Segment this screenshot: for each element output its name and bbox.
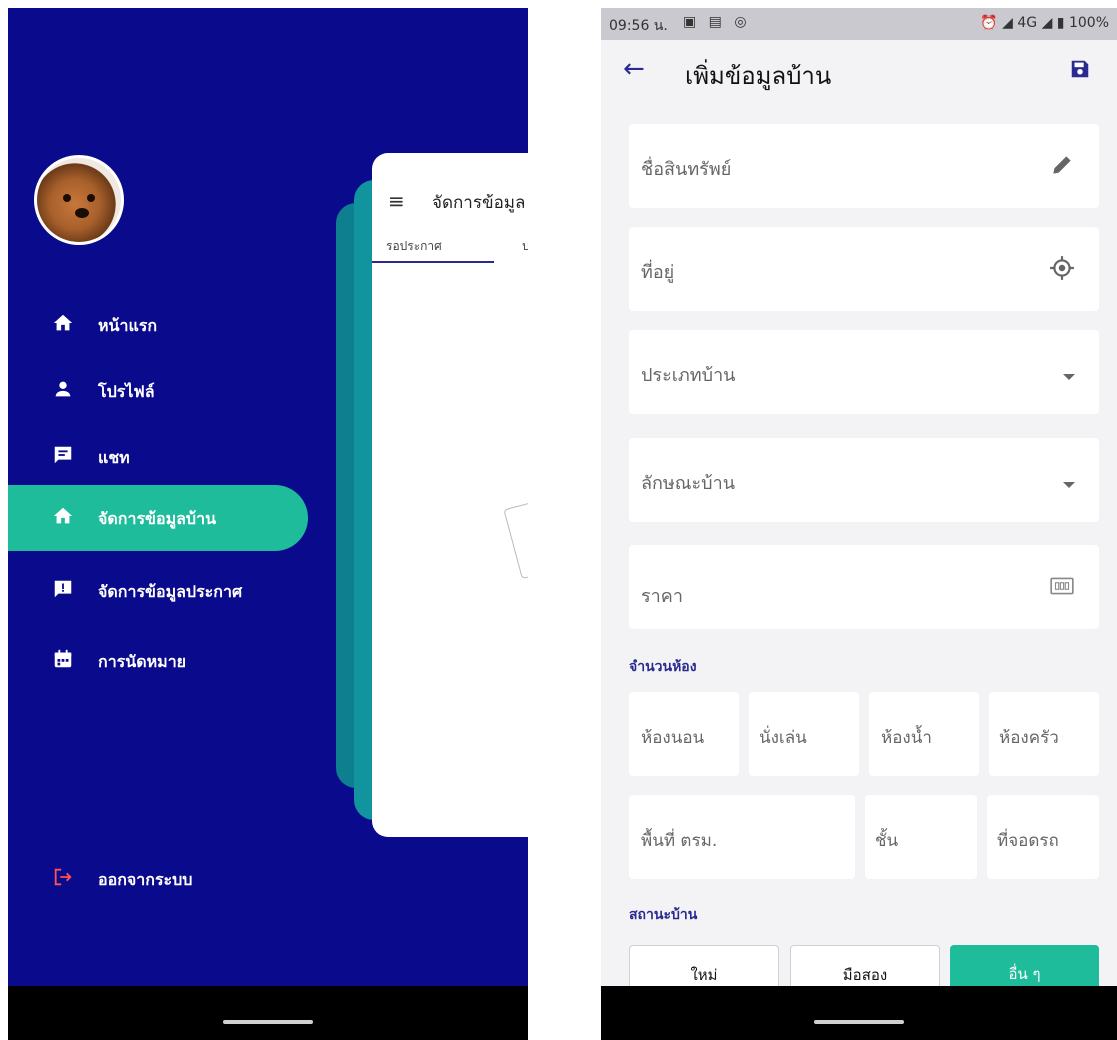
logout-icon xyxy=(52,866,74,888)
house-type-select[interactable]: ประเภทบ้าน xyxy=(629,330,1099,414)
app-bar: ← เพิ่มข้อมูลบ้าน xyxy=(601,40,1117,100)
menu-item-label: แชท xyxy=(98,448,130,467)
living-room-placeholder: นั่งเล่น xyxy=(759,728,807,748)
status-right: ⏰ ◢ 4G ◢ ▮ 100% xyxy=(980,15,1109,31)
menu-item-label: จัดการข้อมูลบ้าน xyxy=(98,509,217,528)
floors-placeholder: ชั้น xyxy=(875,831,899,851)
logout-label: ออกจากระบบ xyxy=(98,870,193,889)
avatar[interactable] xyxy=(34,155,124,245)
menu-item-label: การนัดหมาย xyxy=(98,652,187,671)
home-gesture-bar[interactable] xyxy=(814,1020,904,1024)
parking-placeholder: ที่จอดรถ xyxy=(997,831,1059,851)
status-bar xyxy=(8,8,528,42)
system-nav-bar xyxy=(601,986,1117,1040)
main-screen-preview[interactable]: ≡ จัดการข้อมูล รอประกาศ ป xyxy=(372,153,528,837)
notification-icons: ▣ ▤ ◎ xyxy=(683,14,751,30)
logout-button[interactable]: ออกจากระบบ xyxy=(8,846,308,912)
parking-field[interactable]: ที่จอดรถ xyxy=(987,795,1099,879)
tab-next[interactable]: ป xyxy=(522,237,528,256)
asset-name-placeholder: ชื่อสินทรัพย์ xyxy=(641,159,732,180)
home-icon xyxy=(52,505,74,527)
address-field[interactable]: ที่อยู่ xyxy=(629,227,1099,311)
price-placeholder: ราคา xyxy=(641,586,683,607)
back-arrow-icon[interactable]: ← xyxy=(623,54,645,84)
system-nav-bar xyxy=(8,986,528,1040)
menu-item-label: โปรไฟล์ xyxy=(98,382,155,401)
rooms-section-label: จำนวนห้อง xyxy=(629,659,697,675)
add-house-screen: 09:56 น. ▣ ▤ ◎ ⏰ ◢ 4G ◢ ▮ 100% ← เพิ่มข้… xyxy=(601,8,1117,1040)
calendar-icon xyxy=(52,648,74,670)
menu-item-appointment[interactable]: การนัดหมาย xyxy=(8,628,308,694)
menu-item-manage-announcement[interactable]: จัดการข้อมูลประกาศ xyxy=(8,558,308,624)
menu-item-label: หน้าแรก xyxy=(98,316,158,335)
area-field[interactable]: พื้นที่ ตรม. xyxy=(629,795,855,879)
empty-state-illustration xyxy=(503,498,528,580)
house-style-placeholder: ลักษณะบ้าน xyxy=(641,473,735,494)
battery-label: 100% xyxy=(1068,15,1109,31)
kitchen-placeholder: ห้องครัว xyxy=(999,728,1059,748)
floors-field[interactable]: ชั้น xyxy=(865,795,977,879)
price-field[interactable]: ราคา xyxy=(629,545,1099,629)
living-room-field[interactable]: นั่งเล่น xyxy=(749,692,859,776)
money-icon xyxy=(1049,573,1075,599)
menu-icon[interactable]: ≡ xyxy=(388,189,405,213)
save-icon[interactable] xyxy=(1069,58,1091,80)
dropdown-caret-icon xyxy=(1063,374,1075,380)
menu-item-manage-house[interactable]: จัดการข้อมูลบ้าน xyxy=(8,485,308,551)
chat-icon xyxy=(52,444,74,466)
person-icon xyxy=(52,378,74,400)
page-title: เพิ่มข้อมูลบ้าน xyxy=(685,62,832,90)
status-bar: 09:56 น. ▣ ▤ ◎ ⏰ ◢ 4G ◢ ▮ 100% xyxy=(601,8,1117,40)
menu-item-profile[interactable]: โปรไฟล์ xyxy=(8,358,308,424)
pencil-icon xyxy=(1049,152,1075,178)
menu-item-label: จัดการข้อมูลประกาศ xyxy=(98,582,243,601)
dropdown-caret-icon xyxy=(1063,482,1075,488)
location-target-icon[interactable] xyxy=(1049,255,1075,281)
status-section-label: สถานะบ้าน xyxy=(629,907,698,923)
house-style-select[interactable]: ลักษณะบ้าน xyxy=(629,438,1099,522)
home-icon xyxy=(52,312,74,334)
home-gesture-bar[interactable] xyxy=(223,1020,313,1024)
preview-title: จัดการข้อมูล xyxy=(432,193,526,213)
bedroom-placeholder: ห้องนอน xyxy=(641,728,705,748)
status-time: 09:56 น. xyxy=(609,18,668,34)
area-placeholder: พื้นที่ ตรม. xyxy=(641,831,718,851)
kitchen-field[interactable]: ห้องครัว xyxy=(989,692,1099,776)
bedroom-field[interactable]: ห้องนอน xyxy=(629,692,739,776)
network-label: 4G xyxy=(1017,15,1038,31)
menu-item-home[interactable]: หน้าแรก xyxy=(8,292,308,358)
bathroom-placeholder: ห้องน้ำ xyxy=(881,728,932,748)
alert-icon xyxy=(52,578,74,600)
asset-name-field[interactable]: ชื่อสินทรัพย์ xyxy=(629,124,1099,208)
house-type-placeholder: ประเภทบ้าน xyxy=(641,365,736,386)
drawer-screen: หน้าแรก โปรไฟล์ แชท จัดการข้อมูลบ้าน จัด… xyxy=(8,8,528,1040)
address-placeholder: ที่อยู่ xyxy=(641,262,675,283)
tab-pending[interactable]: รอประกาศ xyxy=(386,237,442,256)
bathroom-field[interactable]: ห้องน้ำ xyxy=(869,692,979,776)
menu-item-chat[interactable]: แชท xyxy=(8,424,308,490)
tab-indicator xyxy=(372,261,494,263)
